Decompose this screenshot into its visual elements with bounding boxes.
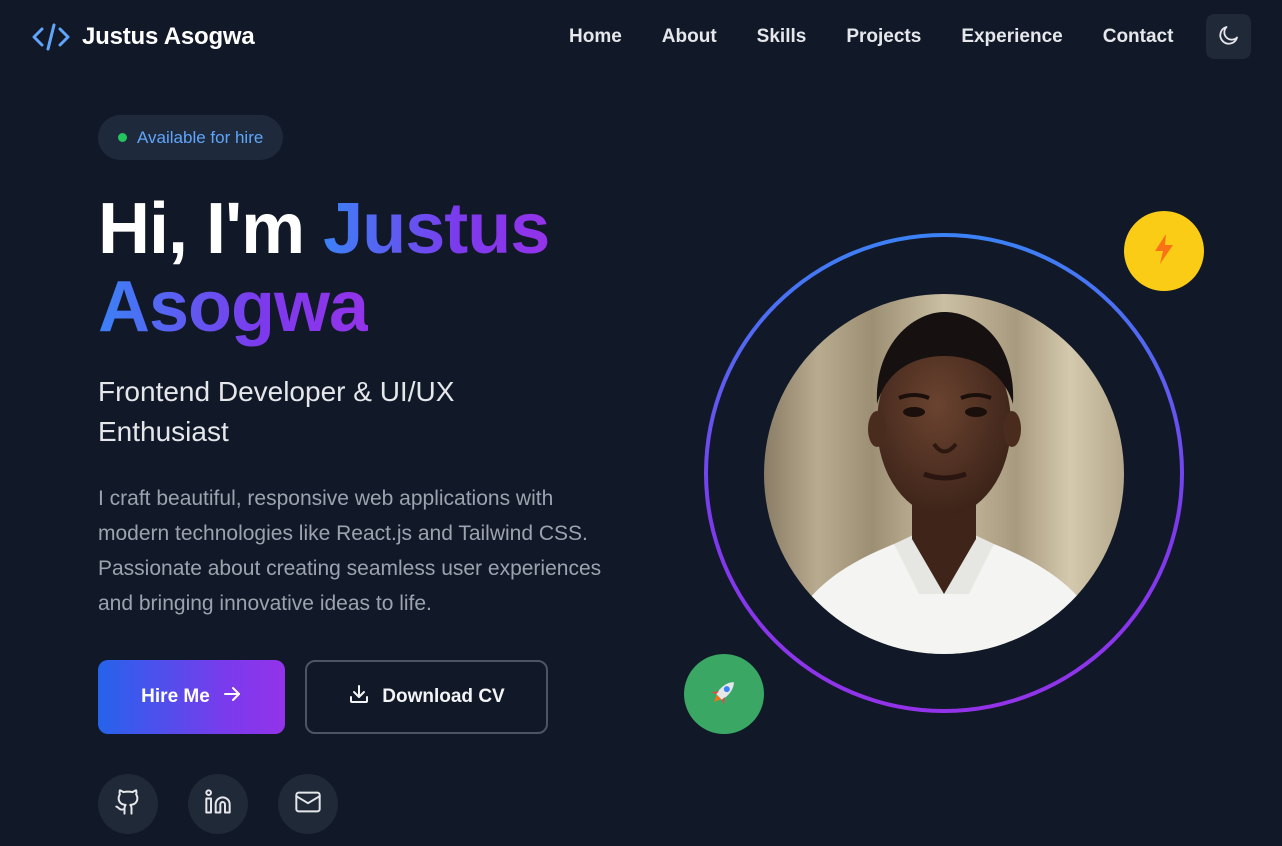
status-dot bbox=[118, 133, 127, 142]
top-navbar: Justus Asogwa Home About Skills Projects… bbox=[0, 0, 1282, 76]
mail-icon bbox=[294, 788, 322, 821]
hero-headline: Hi, I'm Justus Asogwa bbox=[98, 190, 658, 346]
nav-link-home[interactable]: Home bbox=[569, 26, 622, 48]
hire-me-button[interactable]: Hire Me bbox=[98, 660, 285, 734]
download-cv-label: Download CV bbox=[382, 686, 505, 707]
rocket-icon bbox=[707, 675, 741, 714]
hire-me-label: Hire Me bbox=[141, 686, 210, 707]
name-first: Justus bbox=[323, 189, 550, 269]
arrow-right-icon bbox=[222, 684, 242, 710]
rocket-badge bbox=[684, 654, 764, 734]
linkedin-link[interactable] bbox=[188, 774, 248, 834]
nav-link-about[interactable]: About bbox=[662, 26, 717, 48]
lightning-icon bbox=[1153, 233, 1175, 269]
nav-link-contact[interactable]: Contact bbox=[1103, 26, 1174, 48]
profile-photo bbox=[764, 294, 1124, 654]
name-last: Asogwa bbox=[98, 267, 369, 347]
hero-subtitle: Frontend Developer & UI/UX Enthusiast bbox=[98, 376, 455, 447]
availability-text: Available for hire bbox=[137, 127, 264, 147]
hero-description: I craft beautiful, responsive web applic… bbox=[98, 487, 602, 615]
download-icon bbox=[348, 683, 370, 711]
email-link[interactable] bbox=[278, 774, 338, 834]
code-icon bbox=[32, 22, 70, 52]
download-cv-button[interactable]: Download CV bbox=[305, 660, 548, 734]
nav-links: Home About Skills Projects Experience Co… bbox=[569, 26, 1173, 48]
theme-toggle-button[interactable] bbox=[1206, 14, 1251, 59]
linkedin-icon bbox=[204, 788, 232, 821]
lightning-badge bbox=[1124, 211, 1204, 291]
brand-logo[interactable]: Justus Asogwa bbox=[32, 22, 255, 52]
greeting-text: Hi, I'm bbox=[98, 189, 305, 269]
nav-link-skills[interactable]: Skills bbox=[757, 26, 807, 48]
brand-name: Justus Asogwa bbox=[82, 23, 255, 50]
social-links bbox=[98, 774, 338, 834]
nav-link-experience[interactable]: Experience bbox=[961, 26, 1062, 48]
github-link[interactable] bbox=[98, 774, 158, 834]
moon-icon bbox=[1217, 23, 1241, 50]
availability-badge: Available for hire bbox=[98, 115, 284, 160]
nav-link-projects[interactable]: Projects bbox=[846, 26, 921, 48]
github-icon bbox=[114, 788, 142, 821]
